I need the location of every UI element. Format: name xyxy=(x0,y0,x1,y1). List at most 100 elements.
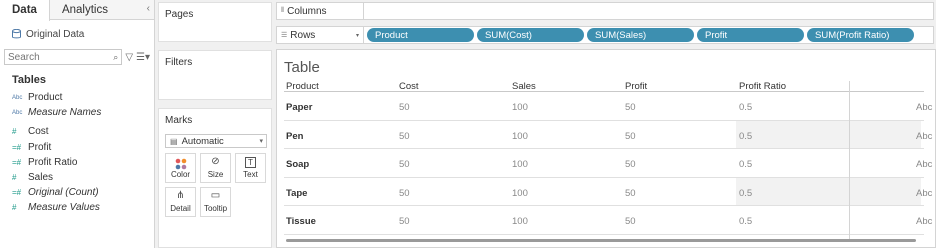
table-row[interactable]: Paper 50 100 50 0.5 Abc xyxy=(284,92,932,121)
pill-profit[interactable]: Profit xyxy=(697,28,804,42)
search-row: ⌕ ▽ ☰▾ xyxy=(0,46,154,68)
cell-sales: 100 xyxy=(512,216,528,227)
data-source-label: Original Data xyxy=(26,28,85,40)
cell-cost: 50 xyxy=(399,130,410,142)
chevron-down-icon[interactable]: ▾ xyxy=(356,32,359,39)
cell-cost: 50 xyxy=(399,216,410,227)
search-icon: ⌕ xyxy=(113,51,119,62)
cell-measure-names-clipped: Abc xyxy=(916,159,933,170)
field-label: Measure Values xyxy=(28,202,100,214)
cell-profit: 50 xyxy=(625,102,636,113)
field-product[interactable]: Abc Product xyxy=(0,90,154,105)
table-row[interactable]: Tissue 50 100 50 0.5 Abc xyxy=(284,206,932,235)
pill-sum-cost[interactable]: SUM(Cost) xyxy=(477,28,584,42)
dimension-icon: Abc xyxy=(12,94,23,101)
mark-type-icon: ▤ xyxy=(170,136,178,146)
cell-profit: 50 xyxy=(625,130,636,142)
chevron-left-icon[interactable]: ‹ xyxy=(147,3,150,14)
field-measure-names[interactable]: Abc Measure Names xyxy=(0,105,154,120)
field-label: Profit xyxy=(28,141,52,153)
field-sales[interactable]: # Sales xyxy=(0,170,154,185)
chevron-down-icon: ▾ xyxy=(259,138,263,145)
size-icon: ⊘ xyxy=(211,156,220,167)
cell-profit-ratio: 0.5 xyxy=(739,102,753,113)
rows-label-text: Rows xyxy=(290,29,316,41)
data-pane: Data Analytics ‹ Original Data ⌕ ▽ ☰▾ Ta… xyxy=(0,0,155,248)
pages-card[interactable]: Pages xyxy=(158,2,272,42)
filter-icon[interactable]: ▽ xyxy=(125,52,133,63)
size-button[interactable]: ⊘ Size xyxy=(200,153,231,183)
view-canvas: Table Product Cost Sales Profit Profit R… xyxy=(276,49,936,248)
rows-shelf[interactable]: ☰ Rows ▾ Product SUM(Cost) SUM(Sales) Pr… xyxy=(276,26,934,44)
detail-button[interactable]: ⋔ Detail xyxy=(165,187,196,217)
database-icon xyxy=(12,29,21,39)
pill-product[interactable]: Product xyxy=(367,28,474,42)
columns-label-text: Columns xyxy=(287,5,327,17)
table-row[interactable]: Tape 50 100 50 0.5 Abc xyxy=(284,177,932,206)
field-label: Cost xyxy=(28,126,49,138)
text-button[interactable]: T Text xyxy=(235,153,266,183)
cell-cost: 50 xyxy=(399,159,410,170)
color-label: Color xyxy=(170,170,191,179)
horizontal-scrollbar[interactable] xyxy=(286,239,916,242)
search-input[interactable] xyxy=(8,51,94,63)
cell-measure-names-clipped: Abc xyxy=(916,102,933,113)
field-label: Profit Ratio xyxy=(28,156,78,168)
columns-shelf[interactable]: ⦀ Columns xyxy=(276,2,934,20)
measure-icon: # xyxy=(12,127,17,137)
cell-sales: 100 xyxy=(512,102,528,113)
mark-type-dropdown[interactable]: ▤ Automatic ▾ xyxy=(165,134,267,148)
field-label: Sales xyxy=(28,172,54,184)
data-source[interactable]: Original Data xyxy=(0,20,154,42)
field-profit[interactable]: =# Profit xyxy=(0,140,154,155)
table-row[interactable]: Soap 50 100 50 0.5 Abc xyxy=(284,149,932,178)
pill-sum-profit-ratio[interactable]: SUM(Profit Ratio) xyxy=(807,28,914,42)
tab-data[interactable]: Data xyxy=(0,0,50,21)
tables-title: Tables xyxy=(12,74,47,86)
cell-profit-ratio: 0.5 xyxy=(739,159,753,170)
dimension-icon: Abc xyxy=(12,109,23,116)
rows-icon: ☰ xyxy=(281,32,288,39)
cell-profit-ratio: 0.5 xyxy=(739,187,753,199)
field-label: Product xyxy=(28,92,63,104)
cell-product: Tape xyxy=(286,187,308,199)
marks-card: Marks ▤ Automatic ▾ Color ⊘ Size T Text … xyxy=(158,108,272,248)
cell-profit-ratio: 0.5 xyxy=(739,216,753,227)
field-original-count[interactable]: =# Original (Count) xyxy=(0,185,154,200)
column-divider xyxy=(849,81,850,241)
pages-card-title: Pages xyxy=(165,9,194,20)
cell-profit: 50 xyxy=(625,159,636,170)
columns-shelf-label: ⦀ Columns xyxy=(277,3,364,19)
field-profit-ratio[interactable]: =# Profit Ratio xyxy=(0,155,154,170)
cell-measure-names-clipped: Abc xyxy=(916,216,933,227)
cell-product: Pen xyxy=(286,130,304,142)
pill-sum-sales[interactable]: SUM(Sales) xyxy=(587,28,694,42)
table-row[interactable]: Pen 50 100 50 0.5 Abc xyxy=(284,120,932,149)
text-label: Text xyxy=(243,170,258,179)
cell-cost: 50 xyxy=(399,102,410,113)
detail-label: Detail xyxy=(170,204,191,213)
search-box[interactable]: ⌕ xyxy=(4,49,123,65)
tooltip-icon: ▭ xyxy=(210,190,221,201)
cell-sales: 100 xyxy=(512,130,528,142)
color-icon xyxy=(175,158,186,170)
color-button[interactable]: Color xyxy=(165,153,196,183)
cell-measure-names-clipped: Abc xyxy=(916,187,933,199)
field-cost[interactable]: # Cost xyxy=(0,124,154,139)
tooltip-button[interactable]: ▭ Tooltip xyxy=(200,187,231,217)
cell-sales: 100 xyxy=(512,187,528,199)
tab-analytics[interactable]: Analytics xyxy=(50,0,120,19)
cell-profit: 50 xyxy=(625,187,636,199)
filters-card-title: Filters xyxy=(165,57,193,68)
field-measure-values[interactable]: # Measure Values xyxy=(0,200,154,215)
columns-icon: ⦀ xyxy=(281,7,285,14)
detail-icon: ⋔ xyxy=(176,190,185,201)
filters-card[interactable]: Filters xyxy=(158,50,272,100)
view-title: Table xyxy=(284,59,320,76)
marks-card-title: Marks xyxy=(165,115,193,126)
data-pane-tabs: Data Analytics ‹ xyxy=(0,0,154,21)
size-label: Size xyxy=(207,170,224,179)
view-options-icon[interactable]: ☰▾ xyxy=(136,52,150,63)
cell-cost: 50 xyxy=(399,187,410,199)
cell-measure-names-clipped: Abc xyxy=(916,130,933,142)
